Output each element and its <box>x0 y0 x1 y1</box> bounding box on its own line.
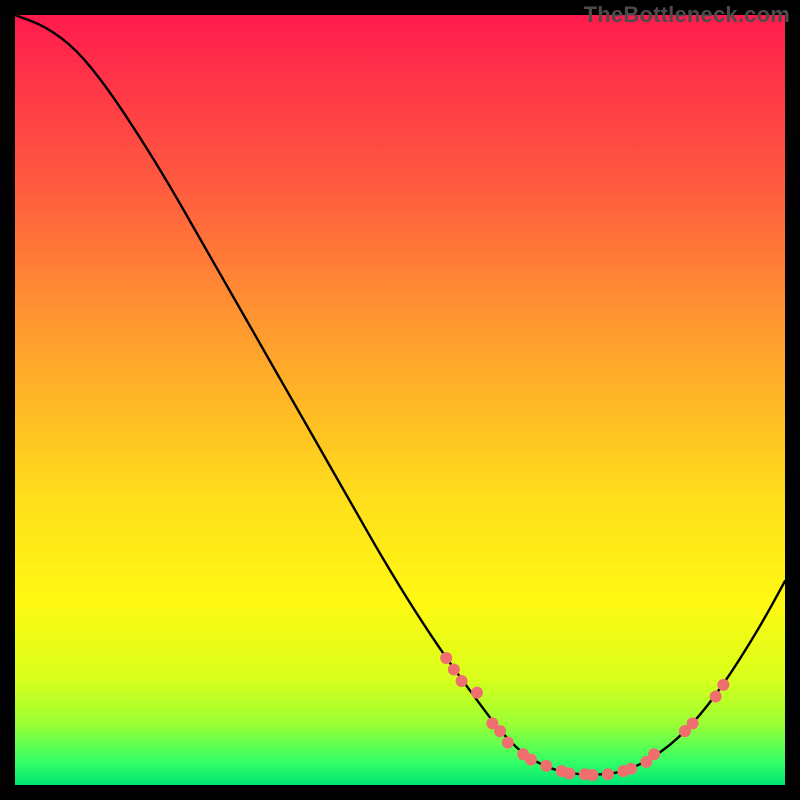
bottleneck-curve <box>15 15 785 775</box>
data-marker <box>602 768 614 780</box>
data-marker <box>502 737 514 749</box>
data-marker <box>717 679 729 691</box>
data-marker <box>587 769 599 781</box>
data-marker <box>471 687 483 699</box>
marker-group <box>440 652 729 781</box>
data-marker <box>687 717 699 729</box>
watermark-text: TheBottleneck.com <box>584 2 790 28</box>
data-marker <box>563 768 575 780</box>
data-marker <box>456 675 468 687</box>
data-marker <box>625 763 637 775</box>
data-marker <box>540 760 552 772</box>
chart-svg <box>15 15 785 785</box>
data-marker <box>525 754 537 766</box>
data-marker <box>448 664 460 676</box>
data-marker <box>710 691 722 703</box>
data-marker <box>494 725 506 737</box>
chart-frame <box>15 15 785 785</box>
data-marker <box>648 748 660 760</box>
data-marker <box>440 652 452 664</box>
